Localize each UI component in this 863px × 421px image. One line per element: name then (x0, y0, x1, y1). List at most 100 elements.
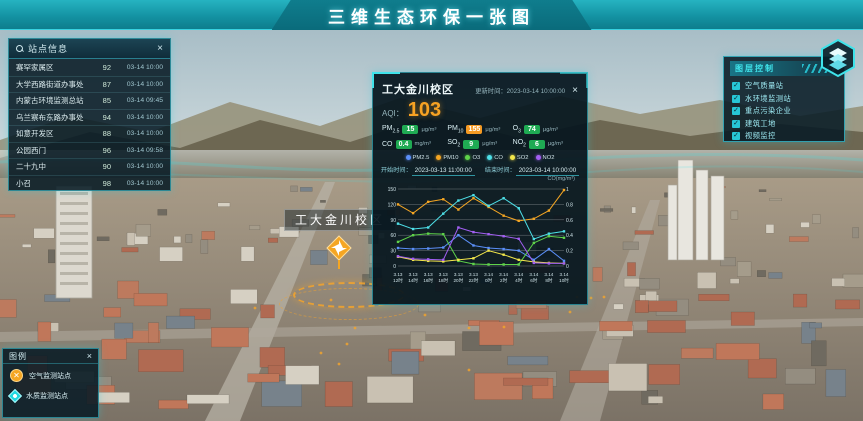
pollutant-name: CO (382, 141, 393, 148)
list-item[interactable]: 公园西门9603-14 09:58 (9, 142, 170, 159)
checkbox-checked-icon[interactable]: ✓ (732, 132, 740, 140)
svg-text:0.2: 0.2 (566, 248, 573, 254)
pollutant-reading: PM10155μg/m³ (447, 125, 512, 134)
pollutant-unit: μg/m³ (421, 127, 436, 133)
checkbox-checked-icon[interactable]: ✓ (732, 120, 740, 128)
station-name: 二十九中 (16, 161, 93, 172)
page-title: 三维生态环保一张图 (328, 3, 535, 28)
pollutant-unit: μg/m³ (485, 127, 500, 133)
layer-item[interactable]: ✓ 建筑工地 (732, 118, 836, 131)
legend-dot-icon (487, 155, 492, 160)
station-detail-popup: 工大金川校区 更新时间：2023-03-14 10:00:00 × AQI： 1… (372, 72, 588, 305)
legend-dot-icon (536, 155, 541, 160)
close-icon[interactable]: × (87, 351, 92, 361)
air-station-marker[interactable] (324, 234, 354, 279)
list-item[interactable]: 大学西路街道办事处8703-14 10:00 (9, 76, 170, 93)
station-name: 小召 (16, 178, 93, 189)
layer-item-label: 视频监控 (745, 131, 776, 141)
legend-item-label: 空气监测站点 (29, 371, 71, 381)
pollutant-name: O3 (513, 125, 521, 134)
chart-legend: PM2.5 PM10 O3 CO SO2 NO2 (373, 151, 587, 163)
svg-text:30: 30 (390, 248, 396, 254)
pollutant-unit: μg/m³ (543, 127, 558, 133)
chart-legend-item[interactable]: NO2 (536, 155, 555, 161)
legend-item: ✕空气监测站点 (10, 369, 91, 382)
svg-text:0.4: 0.4 (566, 233, 573, 239)
aqi-readout: AQI： 103 (373, 99, 587, 122)
pollutant-name: PM10 (447, 125, 463, 134)
station-update-time: 03-14 10:00 (111, 163, 163, 170)
checkbox-checked-icon[interactable]: ✓ (732, 107, 740, 115)
layer-item[interactable]: ✓ 视频监控 (732, 130, 836, 143)
layer-item-label: 建筑工地 (745, 119, 776, 129)
pollutant-name: NO2 (513, 139, 526, 148)
svg-text:3.1410时: 3.1410时 (559, 272, 569, 283)
svg-text:3.140时: 3.140时 (484, 272, 493, 283)
chart-legend-item[interactable]: O3 (465, 155, 480, 161)
layer-list: ✓空气质量站✓水环境监测站✓重点污染企业✓建筑工地✓视频监控 (724, 78, 844, 145)
pollutant-value-badge: 15 (402, 125, 418, 134)
end-time-input[interactable]: 2023-03-14 10:00:00 (516, 167, 579, 176)
chart-legend-item[interactable]: PM10 (436, 155, 458, 161)
layer-item[interactable]: ✓水环境监测站 (732, 93, 836, 106)
legend-dot-icon (406, 155, 411, 160)
svg-text:120: 120 (388, 202, 397, 208)
update-time-value: 2023-03-14 10:00:00 (507, 88, 565, 95)
chart-legend-item[interactable]: CO (487, 155, 503, 161)
station-name: 乌兰察布东路办事处 (16, 112, 93, 123)
checkbox-checked-icon[interactable]: ✓ (732, 95, 740, 103)
end-time-label: 结束时间： (485, 167, 516, 174)
station-aqi-value: 98 (93, 179, 111, 188)
station-update-time: 03-14 09:58 (111, 147, 163, 154)
station-name: 如意开发区 (16, 128, 93, 139)
svg-text:0.6: 0.6 (566, 218, 573, 224)
legend-item: 水质监测站点 (10, 391, 91, 401)
layers-hexagon-button[interactable] (819, 38, 857, 78)
station-aqi-value: 92 (93, 63, 111, 72)
pollutant-name: PM2.5 (382, 125, 399, 134)
chart-legend-item[interactable]: SO2 (510, 155, 529, 161)
list-item[interactable]: 二十九中9003-14 10:00 (9, 158, 170, 175)
station-name: 大学西路街道办事处 (16, 79, 93, 90)
station-aqi-value: 90 (93, 162, 111, 171)
start-time-input[interactable]: 2023-03-13 11:00:00 (412, 167, 475, 176)
legend-series-label: SO2 (517, 155, 529, 161)
pollutant-name: SO2 (447, 139, 460, 148)
app-root: 三维生态环保一张图 站点信息 × 赛罕家属区9203-14 10:00大学西路街… (0, 0, 863, 421)
svg-text:60: 60 (390, 233, 396, 239)
pollutant-value-badge: 0.4 (396, 140, 412, 149)
svg-text:3.1312时: 3.1312时 (393, 272, 403, 283)
checkbox-checked-icon[interactable]: ✓ (732, 82, 740, 90)
station-name: 内蒙古环境监测总站 (16, 95, 93, 106)
close-icon[interactable]: × (157, 44, 163, 54)
layer-item[interactable]: ✓空气质量站 (732, 80, 836, 93)
pollutant-grid: PM2.515μg/m³PM10155μg/m³O374μg/m³CO0.4mg… (373, 122, 587, 151)
list-item[interactable]: 内蒙古环境监测总站8503-14 09:45 (9, 92, 170, 109)
station-name: 赛罕家属区 (16, 62, 93, 73)
svg-text:0: 0 (566, 264, 569, 270)
legend-series-label: CO (494, 155, 503, 161)
legend-series-label: O3 (472, 155, 480, 161)
end-time-group: 结束时间：2023-03-14 10:00:00 (485, 165, 579, 174)
pollutant-unit: mg/m³ (415, 141, 431, 147)
pollutant-reading: NO26μg/m³ (513, 139, 578, 148)
chart-legend-item[interactable]: PM2.5 (406, 155, 430, 161)
station-update-time: 03-14 10:00 (111, 81, 163, 88)
legend-item-label: 水质监测站点 (26, 391, 68, 401)
close-icon[interactable]: × (572, 86, 578, 96)
list-item[interactable]: 乌兰察布东路办事处9403-14 10:00 (9, 109, 170, 126)
map-legend-panel: 图例 × ✕空气监测站点水质监测站点 (2, 348, 99, 418)
search-icon[interactable] (16, 45, 24, 53)
title-banner: 三维生态环保一张图 (272, 0, 592, 30)
popup-update-time: 更新时间：2023-03-14 10:00:00 (475, 86, 565, 95)
station-aqi-value: 87 (93, 80, 111, 89)
popup-title: 工大金川校区 (382, 81, 454, 97)
station-update-time: 03-14 10:00 (111, 64, 163, 71)
svg-text:0.8: 0.8 (566, 202, 573, 208)
list-item[interactable]: 如意开发区8803-14 10:00 (9, 125, 170, 142)
layer-item[interactable]: ✓重点污染企业 (732, 105, 836, 118)
list-item[interactable]: 赛罕家属区9203-14 10:00 (9, 59, 170, 76)
pollutant-value-badge: 74 (524, 125, 540, 134)
legend-panel-header: 图例 × (3, 349, 98, 364)
list-item[interactable]: 小召9803-14 10:00 (9, 175, 170, 192)
